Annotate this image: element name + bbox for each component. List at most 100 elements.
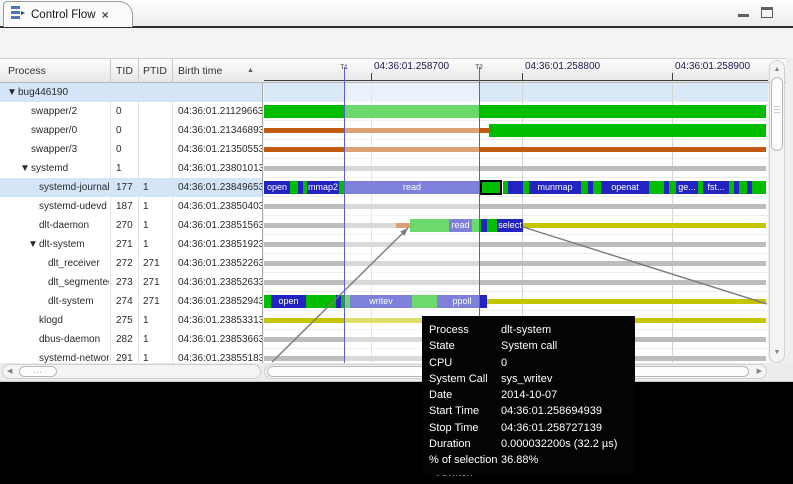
tree-row[interactable]: systemd-udevd187104:36:01.238504039 — [0, 197, 263, 216]
birth-time-cell: 04:36:01.238533139 — [178, 311, 263, 330]
vertical-scrollbar[interactable]: ▲ ▼ — [769, 60, 785, 363]
ptid-cell: 271 — [143, 273, 160, 292]
process-name-cell: systemd-journal — [39, 178, 109, 197]
tooltip-value: dlt-system — [501, 322, 551, 338]
tooltip-row: Process dlt-system — [422, 322, 635, 338]
axis-label: 04:36:01.258900 — [675, 61, 750, 72]
thumb-grip — [774, 106, 780, 107]
tab-bar: Control Flow × — [0, 0, 793, 28]
tab-label: Control Flow — [31, 9, 96, 21]
tooltip-value: 0 — [501, 355, 507, 371]
tooltip-value: 04:36:01.258727139 — [501, 420, 602, 436]
scroll-right-icon[interactable]: ▶ — [757, 368, 762, 376]
process-name-cell: dlt-system — [39, 235, 109, 254]
minimize-icon[interactable] — [738, 7, 749, 17]
birth-time-cell: 04:36:01.213505539 — [178, 140, 263, 159]
tree-row[interactable]: klogd275104:36:01.238533139 — [0, 311, 263, 330]
tooltip-row: Start Time04:36:01.258694939 — [422, 403, 635, 419]
tooltip-label: State — [429, 338, 455, 354]
tooltip-row: StateSystem call — [422, 338, 635, 354]
column-header-birth-time[interactable]: Birth time — [178, 59, 222, 83]
birth-time-cell: 04:36:01.211296639 — [178, 102, 263, 121]
tree-row[interactable]: dbus-daemon282104:36:01.238536639 — [0, 330, 263, 349]
tooltip-row: System Callsys_writev — [422, 371, 635, 387]
tooltip-value: sys_writev — [501, 371, 552, 387]
column-header-tid[interactable]: TID — [116, 59, 133, 83]
ptid-cell: 1 — [143, 197, 149, 216]
time-axis[interactable]: 04:36:01.258700 04:36:01.258800 04:36:01.2… — [264, 58, 768, 82]
tid-cell: 273 — [116, 273, 133, 292]
birth-time-cell: 04:36:01.238496539 — [178, 178, 263, 197]
column-separator — [138, 59, 139, 83]
ptid-cell: 271 — [143, 254, 160, 273]
birth-time-cell: 04:36:01.238526339 — [178, 273, 263, 292]
scroll-left-icon[interactable]: ◀ — [7, 368, 12, 376]
screen: Control Flow × →⇉⌂⇦⇨⚑+↩↪▾⇧⇩+−⇅⇦↑⇨↑⇦⇨▼ Pr… — [0, 0, 793, 484]
right-fill — [786, 58, 793, 363]
axis-tick — [371, 73, 372, 80]
tree-row[interactable]: systemd-journal177104:36:01.238496539 — [0, 178, 263, 197]
expand-arrow-icon[interactable]: ▼ — [7, 83, 17, 102]
ptid-cell: 1 — [143, 178, 149, 197]
scroll-down-icon[interactable]: ▼ — [770, 349, 784, 357]
column-separator — [172, 59, 173, 83]
tree-horizontal-scrollbar[interactable]: ◀ ⋯ — [2, 364, 261, 379]
process-name-cell: swapper/2 — [31, 102, 109, 121]
tooltip-label: Process — [429, 322, 469, 338]
scroll-up-icon[interactable]: ▲ — [770, 66, 784, 74]
tree-row[interactable]: swapper/3004:36:01.213505539 — [0, 140, 263, 159]
tid-cell: 274 — [116, 292, 133, 311]
tid-cell: 275 — [116, 311, 133, 330]
event-tooltip: Process dlt-systemStateSystem callCPU 0Sys… — [422, 316, 635, 475]
column-header-process[interactable]: Process — [8, 59, 46, 83]
tid-cell: 187 — [116, 197, 133, 216]
ptid-cell: 1 — [143, 349, 149, 363]
tree-row[interactable]: ▼systemd104:36:01.238010139 — [0, 159, 263, 178]
tree-row[interactable]: swapper/0004:36:01.213468939 — [0, 121, 263, 140]
tooltip-row: Date2014-10-07 — [422, 387, 635, 403]
expand-arrow-icon[interactable]: ▼ — [28, 235, 38, 254]
tree-row[interactable]: swapper/2 0 04:36:01.211296639 — [0, 102, 263, 121]
vertical-scrollbar-thumb[interactable] — [771, 77, 783, 151]
tooltip-label: % of selection — [429, 452, 497, 468]
tree-row[interactable]: dlt_segmented27327104:36:01.238526339 — [0, 273, 263, 292]
birth-time-cell: 04:36:01.238504039 — [178, 197, 263, 216]
tree-row[interactable]: dlt-system27427104:36:01.238529439 — [0, 292, 263, 311]
tid-cell: 1 — [116, 159, 122, 178]
tab-control-flow[interactable]: Control Flow × — [3, 1, 133, 27]
axis-tick — [522, 73, 523, 80]
tid-cell: 0 — [116, 102, 122, 121]
tooltip-label: CPU — [429, 355, 452, 371]
process-name-cell: systemd-network — [39, 349, 109, 363]
tooltip-label: Duration — [429, 436, 471, 452]
tree-row[interactable]: dlt_receiver27227104:36:01.238522639 — [0, 254, 263, 273]
tid-cell: 271 — [116, 235, 133, 254]
tree-row[interactable]: ▼dlt-system271104:36:01.238519239 — [0, 235, 263, 254]
ptid-cell: 1 — [143, 235, 149, 254]
birth-time-cell: 04:36:01.238529439 — [178, 292, 263, 311]
tooltip-value: 36.88% — [501, 452, 538, 468]
birth-time-cell: 04:36:01.238536639 — [178, 330, 263, 349]
ptid-cell: 271 — [143, 292, 160, 311]
close-icon[interactable]: × — [102, 9, 109, 21]
tree-scrollbar-thumb[interactable]: ⋯ — [19, 366, 57, 377]
axis-tick — [672, 73, 673, 80]
axis-label: 04:36:01.258700 — [374, 61, 449, 72]
birth-time-cell: 04:36:01.238010139 — [178, 159, 263, 178]
process-name-cell: dlt-daemon — [39, 216, 109, 235]
tree-row[interactable]: ▼bug446190 — [0, 83, 263, 102]
sort-ascending-icon: ▲ — [247, 67, 254, 74]
axis-label: 04:36:01.258800 — [525, 61, 600, 72]
tid-cell: 272 — [116, 254, 133, 273]
expand-arrow-icon[interactable]: ▼ — [20, 159, 30, 178]
tooltip-row: % of selection36.88% — [422, 452, 635, 468]
control-flow-view-icon — [11, 5, 26, 24]
tooltip-row: Duration0.000032200s (32.2 µs) — [422, 436, 635, 452]
column-header-ptid[interactable]: PTID — [143, 59, 167, 83]
ptid-cell: 1 — [143, 330, 149, 349]
tree-row[interactable]: dlt-daemon270104:36:01.238515639 — [0, 216, 263, 235]
tree-row[interactable]: systemd-network291104:36:01.238551839 — [0, 349, 263, 363]
process-name-cell: klogd — [39, 311, 109, 330]
tooltip-label: Start Time — [429, 403, 479, 419]
maximize-icon[interactable] — [761, 7, 773, 18]
